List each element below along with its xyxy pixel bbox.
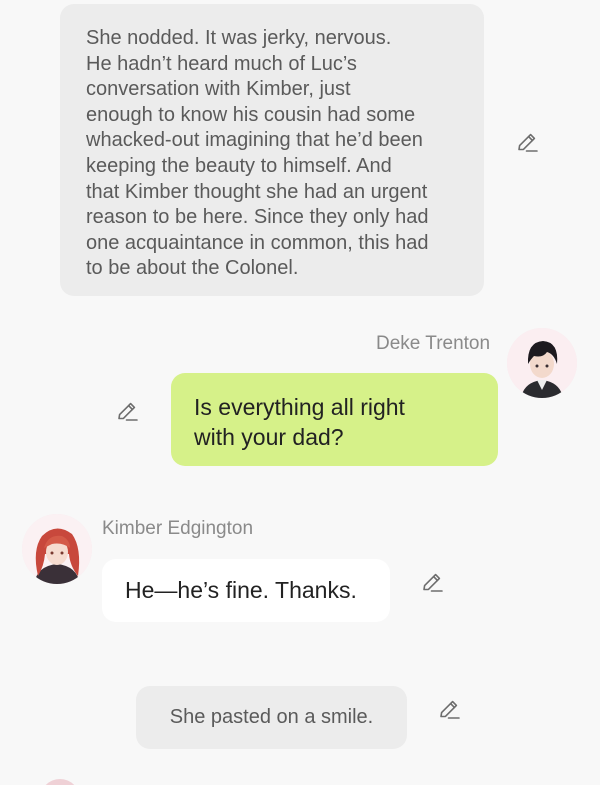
narration-text: She pasted on a smile. [169, 706, 374, 728]
narration-line: whacked-out imagining that he’d been [86, 129, 423, 152]
narration-line: that Kimber thought she had an urgent [86, 180, 428, 203]
message-text: He—he’s fine. Thanks. [125, 577, 357, 603]
message-line: with your dad? [194, 424, 344, 450]
message-bubble-other[interactable]: He—he’s fine. Thanks. [102, 559, 390, 622]
narration-line: conversation with Kimber, just [86, 78, 351, 101]
narration-line: enough to know his cousin had some [86, 103, 416, 126]
message-line: Is everything all right [194, 394, 405, 420]
edit-message-icon[interactable] [114, 398, 140, 424]
narration-line: He hadn’t heard much of Luc’s [86, 52, 357, 75]
narration-line: She nodded. It was jerky, nervous. [86, 27, 392, 49]
avatar-next-message [40, 779, 80, 785]
avatar-kimber[interactable] [22, 514, 92, 584]
speaker-name-deke: Deke Trenton [376, 333, 491, 354]
narration-line: one acquaintance in common, this had [86, 231, 429, 254]
chat-screen: She nodded. It was jerky, nervous. He ha… [0, 0, 600, 785]
narration-bubble[interactable]: She nodded. It was jerky, nervous. He ha… [60, 4, 484, 296]
narration-line: keeping the beauty to himself. And [86, 154, 392, 177]
narration-bubble[interactable]: She pasted on a smile. [136, 686, 407, 749]
narration-line: to be about the Colonel. [86, 257, 299, 280]
edit-message-icon[interactable] [419, 569, 445, 595]
narration-line: reason to be here. Since they only had [86, 206, 429, 229]
message-bubble-own[interactable]: Is everything all right with your dad? [171, 373, 498, 466]
edit-narration-icon[interactable] [514, 129, 540, 155]
edit-narration-icon[interactable] [436, 696, 462, 722]
speaker-name-kimber: Kimber Edgington [102, 518, 254, 539]
avatar-deke[interactable] [507, 328, 577, 398]
